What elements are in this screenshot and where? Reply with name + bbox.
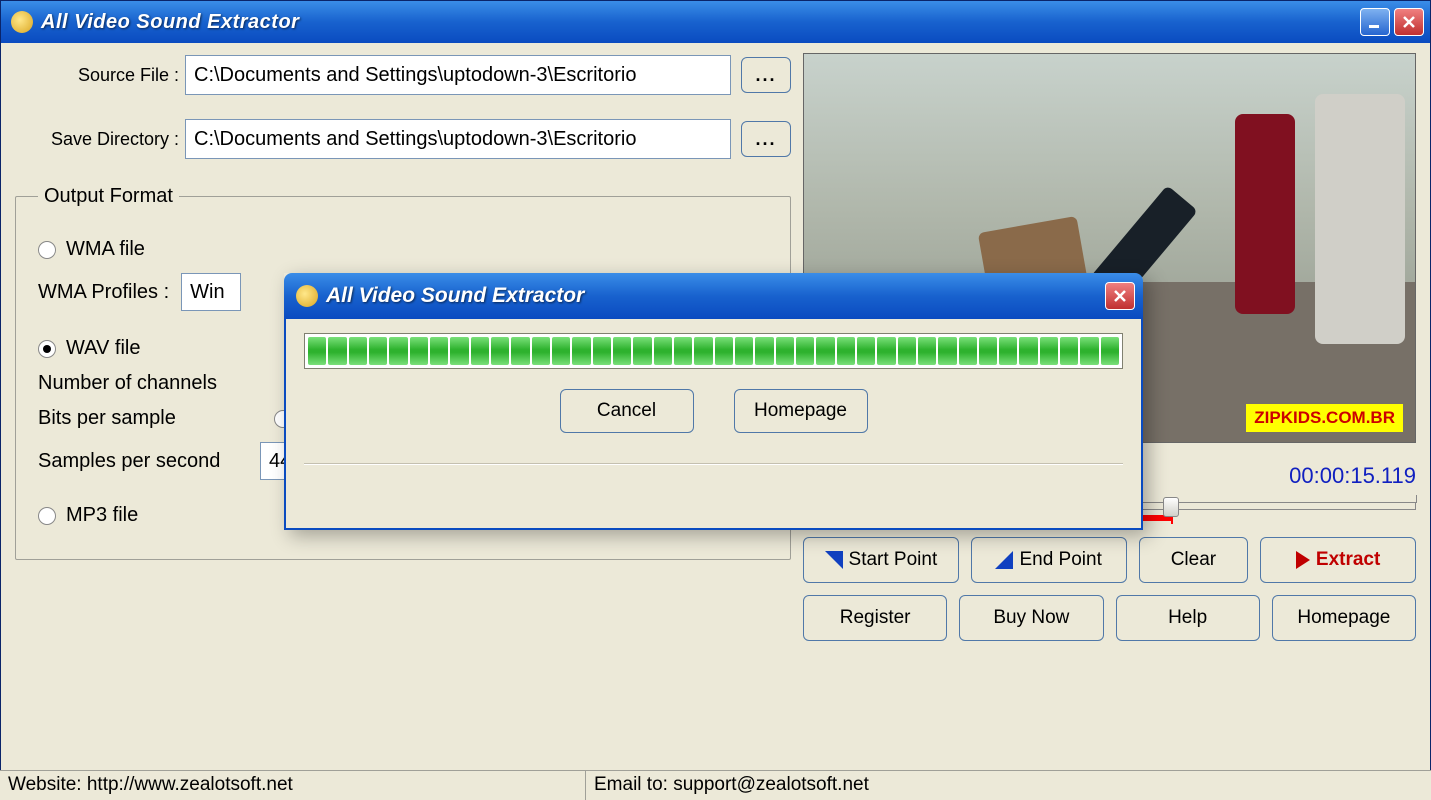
source-file-input[interactable]	[185, 55, 731, 95]
dialog-titlebar: All Video Sound Extractor	[284, 273, 1143, 319]
clear-button[interactable]: Clear	[1139, 537, 1249, 583]
status-website: Website: http://www.zealotsoft.net	[0, 771, 586, 800]
browse-source-button[interactable]: ...	[741, 57, 791, 93]
titlebar: All Video Sound Extractor	[1, 1, 1430, 43]
output-format-legend: Output Format	[38, 185, 179, 208]
save-directory-label: Save Directory :	[15, 129, 185, 150]
play-icon	[1296, 551, 1310, 569]
dialog-title: All Video Sound Extractor	[326, 284, 1105, 308]
register-button[interactable]: Register	[803, 595, 947, 641]
status-email: Email to: support@zealotsoft.net	[586, 771, 877, 800]
samples-label: Samples per second	[38, 450, 248, 473]
source-file-label: Source File :	[15, 65, 185, 86]
save-directory-input[interactable]	[185, 119, 731, 159]
end-point-button[interactable]: End Point	[971, 537, 1127, 583]
mp3-label: MP3 file	[66, 504, 138, 527]
minimize-button[interactable]	[1360, 8, 1390, 36]
radio-icon	[38, 340, 56, 358]
browse-savedir-button[interactable]: ...	[741, 121, 791, 157]
wma-radio[interactable]: WMA file	[38, 238, 768, 261]
wma-profiles-combo[interactable]: Win	[181, 273, 241, 311]
source-file-row: Source File : ...	[15, 53, 791, 97]
close-button[interactable]	[1394, 8, 1424, 36]
bits-label: Bits per sample	[38, 407, 248, 430]
radio-icon	[38, 241, 56, 259]
slider-thumb[interactable]	[1163, 497, 1179, 517]
homepage-button[interactable]: Homepage	[1272, 595, 1416, 641]
divider	[304, 463, 1123, 465]
window-title: All Video Sound Extractor	[41, 11, 1360, 34]
end-point-icon	[995, 551, 1013, 569]
video-watermark: ZIPKIDS.COM.BR	[1246, 404, 1403, 432]
buy-now-button[interactable]: Buy Now	[959, 595, 1103, 641]
dialog-close-button[interactable]	[1105, 282, 1135, 310]
save-directory-row: Save Directory : ...	[15, 117, 791, 161]
channels-label: Number of channels	[38, 372, 217, 395]
start-point-icon	[825, 551, 843, 569]
main-window: All Video Sound Extractor Source File : …	[0, 0, 1431, 800]
app-icon	[296, 285, 318, 307]
cancel-button[interactable]: Cancel	[560, 389, 694, 433]
help-button[interactable]: Help	[1116, 595, 1260, 641]
progress-bar	[304, 333, 1123, 369]
extract-button[interactable]: Extract	[1260, 537, 1416, 583]
statusbar: Website: http://www.zealotsoft.net Email…	[0, 770, 1431, 800]
dialog-body: Cancel Homepage	[284, 319, 1143, 530]
wma-profiles-label: WMA Profiles :	[38, 281, 169, 304]
app-icon	[11, 11, 33, 33]
progress-dialog: All Video Sound Extractor Cancel Homepag…	[284, 273, 1143, 530]
radio-icon	[38, 507, 56, 525]
wav-label: WAV file	[66, 337, 140, 360]
dialog-homepage-button[interactable]: Homepage	[734, 389, 868, 433]
start-point-button[interactable]: Start Point	[803, 537, 959, 583]
wma-label: WMA file	[66, 238, 145, 261]
wma-profiles-value: Win	[190, 281, 224, 304]
